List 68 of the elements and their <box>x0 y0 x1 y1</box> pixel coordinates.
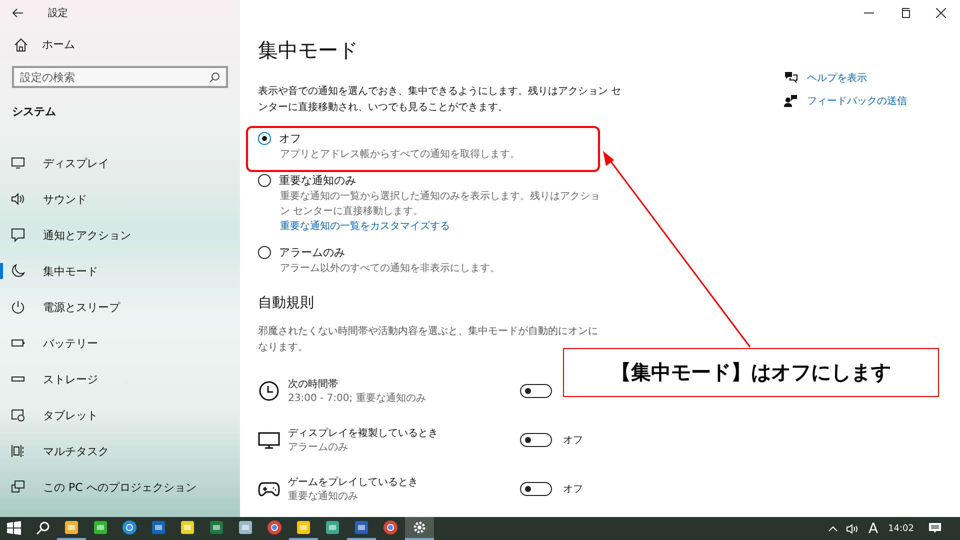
home-link[interactable]: ホーム <box>0 25 240 60</box>
monitor-icon <box>11 156 25 170</box>
clock[interactable]: 14:02 <box>888 524 914 534</box>
monitor-icon <box>258 430 280 450</box>
option-description: アラーム以外のすべての通知を非表示にします。 <box>280 262 501 276</box>
search-icon <box>209 72 220 83</box>
rule-subtitle: 23:00 - 7:00; 重要な通知のみ <box>288 392 427 404</box>
moon-icon <box>11 264 25 278</box>
toggle-state: オフ <box>563 482 583 496</box>
radio-button[interactable] <box>258 246 271 259</box>
radio-option[interactable]: 重要な通知のみ <box>258 172 624 189</box>
multitask-icon <box>11 444 25 458</box>
option-description: 重要な通知の一覧から選択した通知のみを表示します。残りはアクション センターに直接移動します。 <box>280 190 601 219</box>
radio-button[interactable] <box>258 132 271 145</box>
section-heading: 自動規則 <box>258 294 315 312</box>
restore-icon[interactable] <box>900 8 910 18</box>
rule-title: 次の時間帯 <box>288 378 339 390</box>
chat-bubbles-icon <box>784 71 798 84</box>
speaker-icon[interactable] <box>846 524 858 534</box>
section-description: 邪魔されたくない時間帯や活動内容を選ぶと、集中モードが自動的にオンになります。 <box>258 324 598 355</box>
nav-item[interactable]: 通知とアクション <box>0 217 240 253</box>
toggle-switch[interactable] <box>520 482 552 496</box>
home-icon <box>14 38 28 52</box>
option-description: アプリとアドレス帳からすべての通知を取得します。 <box>280 148 521 162</box>
toggle-switch[interactable] <box>520 432 552 446</box>
taskbar-app[interactable] <box>405 517 434 540</box>
rule-title: ゲームをプレイしているとき <box>288 476 419 488</box>
window-title: 設定 <box>48 6 68 20</box>
nav-item[interactable]: タブレット <box>0 397 240 433</box>
rule-subtitle: 重要な通知のみ <box>288 490 359 502</box>
nav-item[interactable]: この PC へのプロジェクション <box>0 469 240 505</box>
radio-option[interactable]: アラームのみ <box>258 244 624 261</box>
close-icon[interactable] <box>936 8 946 18</box>
radio-option[interactable]: オフ <box>258 130 624 147</box>
windows-logo-icon <box>7 520 21 534</box>
callout-text: 【集中モード】はオフにします <box>611 359 891 386</box>
message-icon <box>11 228 25 242</box>
customize-link[interactable]: 重要な通知の一覧をカスタマイズする <box>280 219 624 234</box>
back-arrow-icon[interactable] <box>12 8 24 18</box>
toggle-state: オフ <box>563 434 583 446</box>
clock-icon <box>258 380 280 400</box>
search-icon <box>36 520 50 534</box>
tablet-icon <box>11 408 25 422</box>
radio-button[interactable] <box>258 174 271 187</box>
nav-item[interactable]: 電源とスリープ <box>0 289 240 325</box>
help-link[interactable]: ヘルプを表示 <box>784 70 907 85</box>
rule-title: ディスプレイを複製しているとき <box>288 426 439 440</box>
page-description: 表示や音での通知を選んでおき、集中できるようにします。残りはアクション センターに直接移動され、いつでも見ることができます。 <box>258 84 622 115</box>
section-heading: システム <box>11 104 57 120</box>
nav-item[interactable]: 集中モード <box>0 253 240 289</box>
speaker-icon <box>11 192 25 206</box>
toggle-switch[interactable] <box>520 384 552 398</box>
page-title: 集中モード <box>258 37 359 64</box>
power-icon <box>11 300 25 314</box>
help-link[interactable]: フィードバックの送信 <box>784 93 907 108</box>
chevron-up-icon[interactable] <box>828 524 838 532</box>
nav-item[interactable]: ストレージ <box>0 361 240 397</box>
nav-item[interactable]: サウンド <box>0 181 240 217</box>
person-feedback-icon <box>784 94 798 107</box>
ime-indicator[interactable]: A <box>868 520 878 536</box>
notification-icon[interactable] <box>928 522 942 535</box>
nav-item[interactable]: ディスプレイ <box>0 145 240 181</box>
projection-icon <box>11 480 25 494</box>
search-field[interactable]: 設定の検索 <box>12 66 228 88</box>
nav-item[interactable]: マルチタスク <box>0 433 240 469</box>
gear-icon <box>412 520 427 535</box>
nav-item[interactable]: バッテリー <box>0 325 240 361</box>
rule-subtitle: アラームのみ <box>288 440 349 454</box>
